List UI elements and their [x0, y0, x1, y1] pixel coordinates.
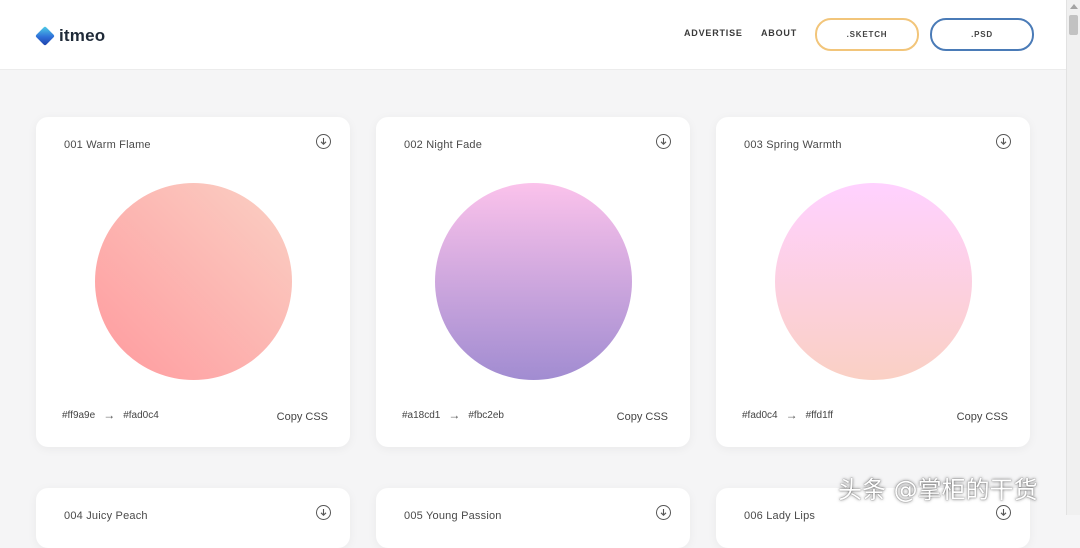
gradient-card-young-passion: 005 Young Passion: [376, 488, 690, 548]
download-icon[interactable]: [996, 134, 1011, 149]
arrow-right-icon: →: [103, 408, 116, 422]
scrollbar[interactable]: [1066, 0, 1080, 515]
color-stops: #ff9a9e → #fad0c4: [62, 408, 159, 422]
gradient-preview-circle: [95, 183, 292, 380]
download-icon[interactable]: [656, 134, 671, 149]
color-to: #ffd1ff: [805, 409, 834, 421]
logo-text: itmeo: [59, 26, 106, 45]
color-stops: #fad0c4 → #ffd1ff: [742, 408, 833, 422]
card-title: 001 Warm Flame: [64, 139, 151, 151]
psd-download-button[interactable]: .PSD: [930, 18, 1034, 51]
gradient-card-juicy-peach: 004 Juicy Peach: [36, 488, 350, 548]
gradient-preview-circle: [435, 183, 632, 380]
download-icon[interactable]: [656, 505, 671, 520]
site-header: itmeo ADVERTISE ABOUT .SKETCH .PSD: [0, 0, 1066, 70]
card-title: 005 Young Passion: [404, 510, 502, 522]
color-from: #ff9a9e: [62, 409, 96, 421]
color-from: #fad0c4: [742, 409, 778, 421]
download-icon[interactable]: [316, 134, 331, 149]
card-title: 002 Night Fade: [404, 139, 483, 151]
card-title: 006 Lady Lips: [744, 510, 816, 522]
sketch-download-button[interactable]: .SKETCH: [815, 18, 919, 51]
watermark: 头条 @掌柜的干货: [838, 476, 1038, 504]
logo-diamond-icon: [35, 26, 55, 46]
color-to: #fad0c4: [123, 409, 159, 421]
gradient-card-spring-warmth: 003 Spring Warmth #fad0c4 → #ffd1ff Copy…: [716, 117, 1030, 447]
copy-css-button[interactable]: Copy CSS: [957, 411, 1008, 423]
gradient-preview-circle: [775, 183, 972, 380]
nav-about[interactable]: ABOUT: [761, 28, 797, 38]
color-to: #fbc2eb: [468, 409, 504, 421]
copy-css-button[interactable]: Copy CSS: [617, 411, 668, 423]
scroll-thumb[interactable]: [1069, 15, 1078, 35]
card-title: 004 Juicy Peach: [64, 510, 148, 522]
gradient-card-warm-flame: 001 Warm Flame #ff9a9e → #fad0c4 Copy CS…: [36, 117, 350, 447]
card-title: 003 Spring Warmth: [744, 139, 842, 151]
gradient-card-night-fade: 002 Night Fade #a18cd1 → #fbc2eb Copy CS…: [376, 117, 690, 447]
download-icon[interactable]: [316, 505, 331, 520]
arrow-right-icon: →: [448, 408, 461, 422]
color-from: #a18cd1: [402, 409, 441, 421]
scroll-up-arrow-icon[interactable]: [1070, 4, 1078, 9]
copy-css-button[interactable]: Copy CSS: [277, 411, 328, 423]
color-stops: #a18cd1 → #fbc2eb: [402, 408, 504, 422]
arrow-right-icon: →: [785, 408, 798, 422]
download-icon[interactable]: [996, 505, 1011, 520]
nav-advertise[interactable]: ADVERTISE: [684, 28, 743, 38]
logo[interactable]: itmeo: [35, 26, 106, 46]
